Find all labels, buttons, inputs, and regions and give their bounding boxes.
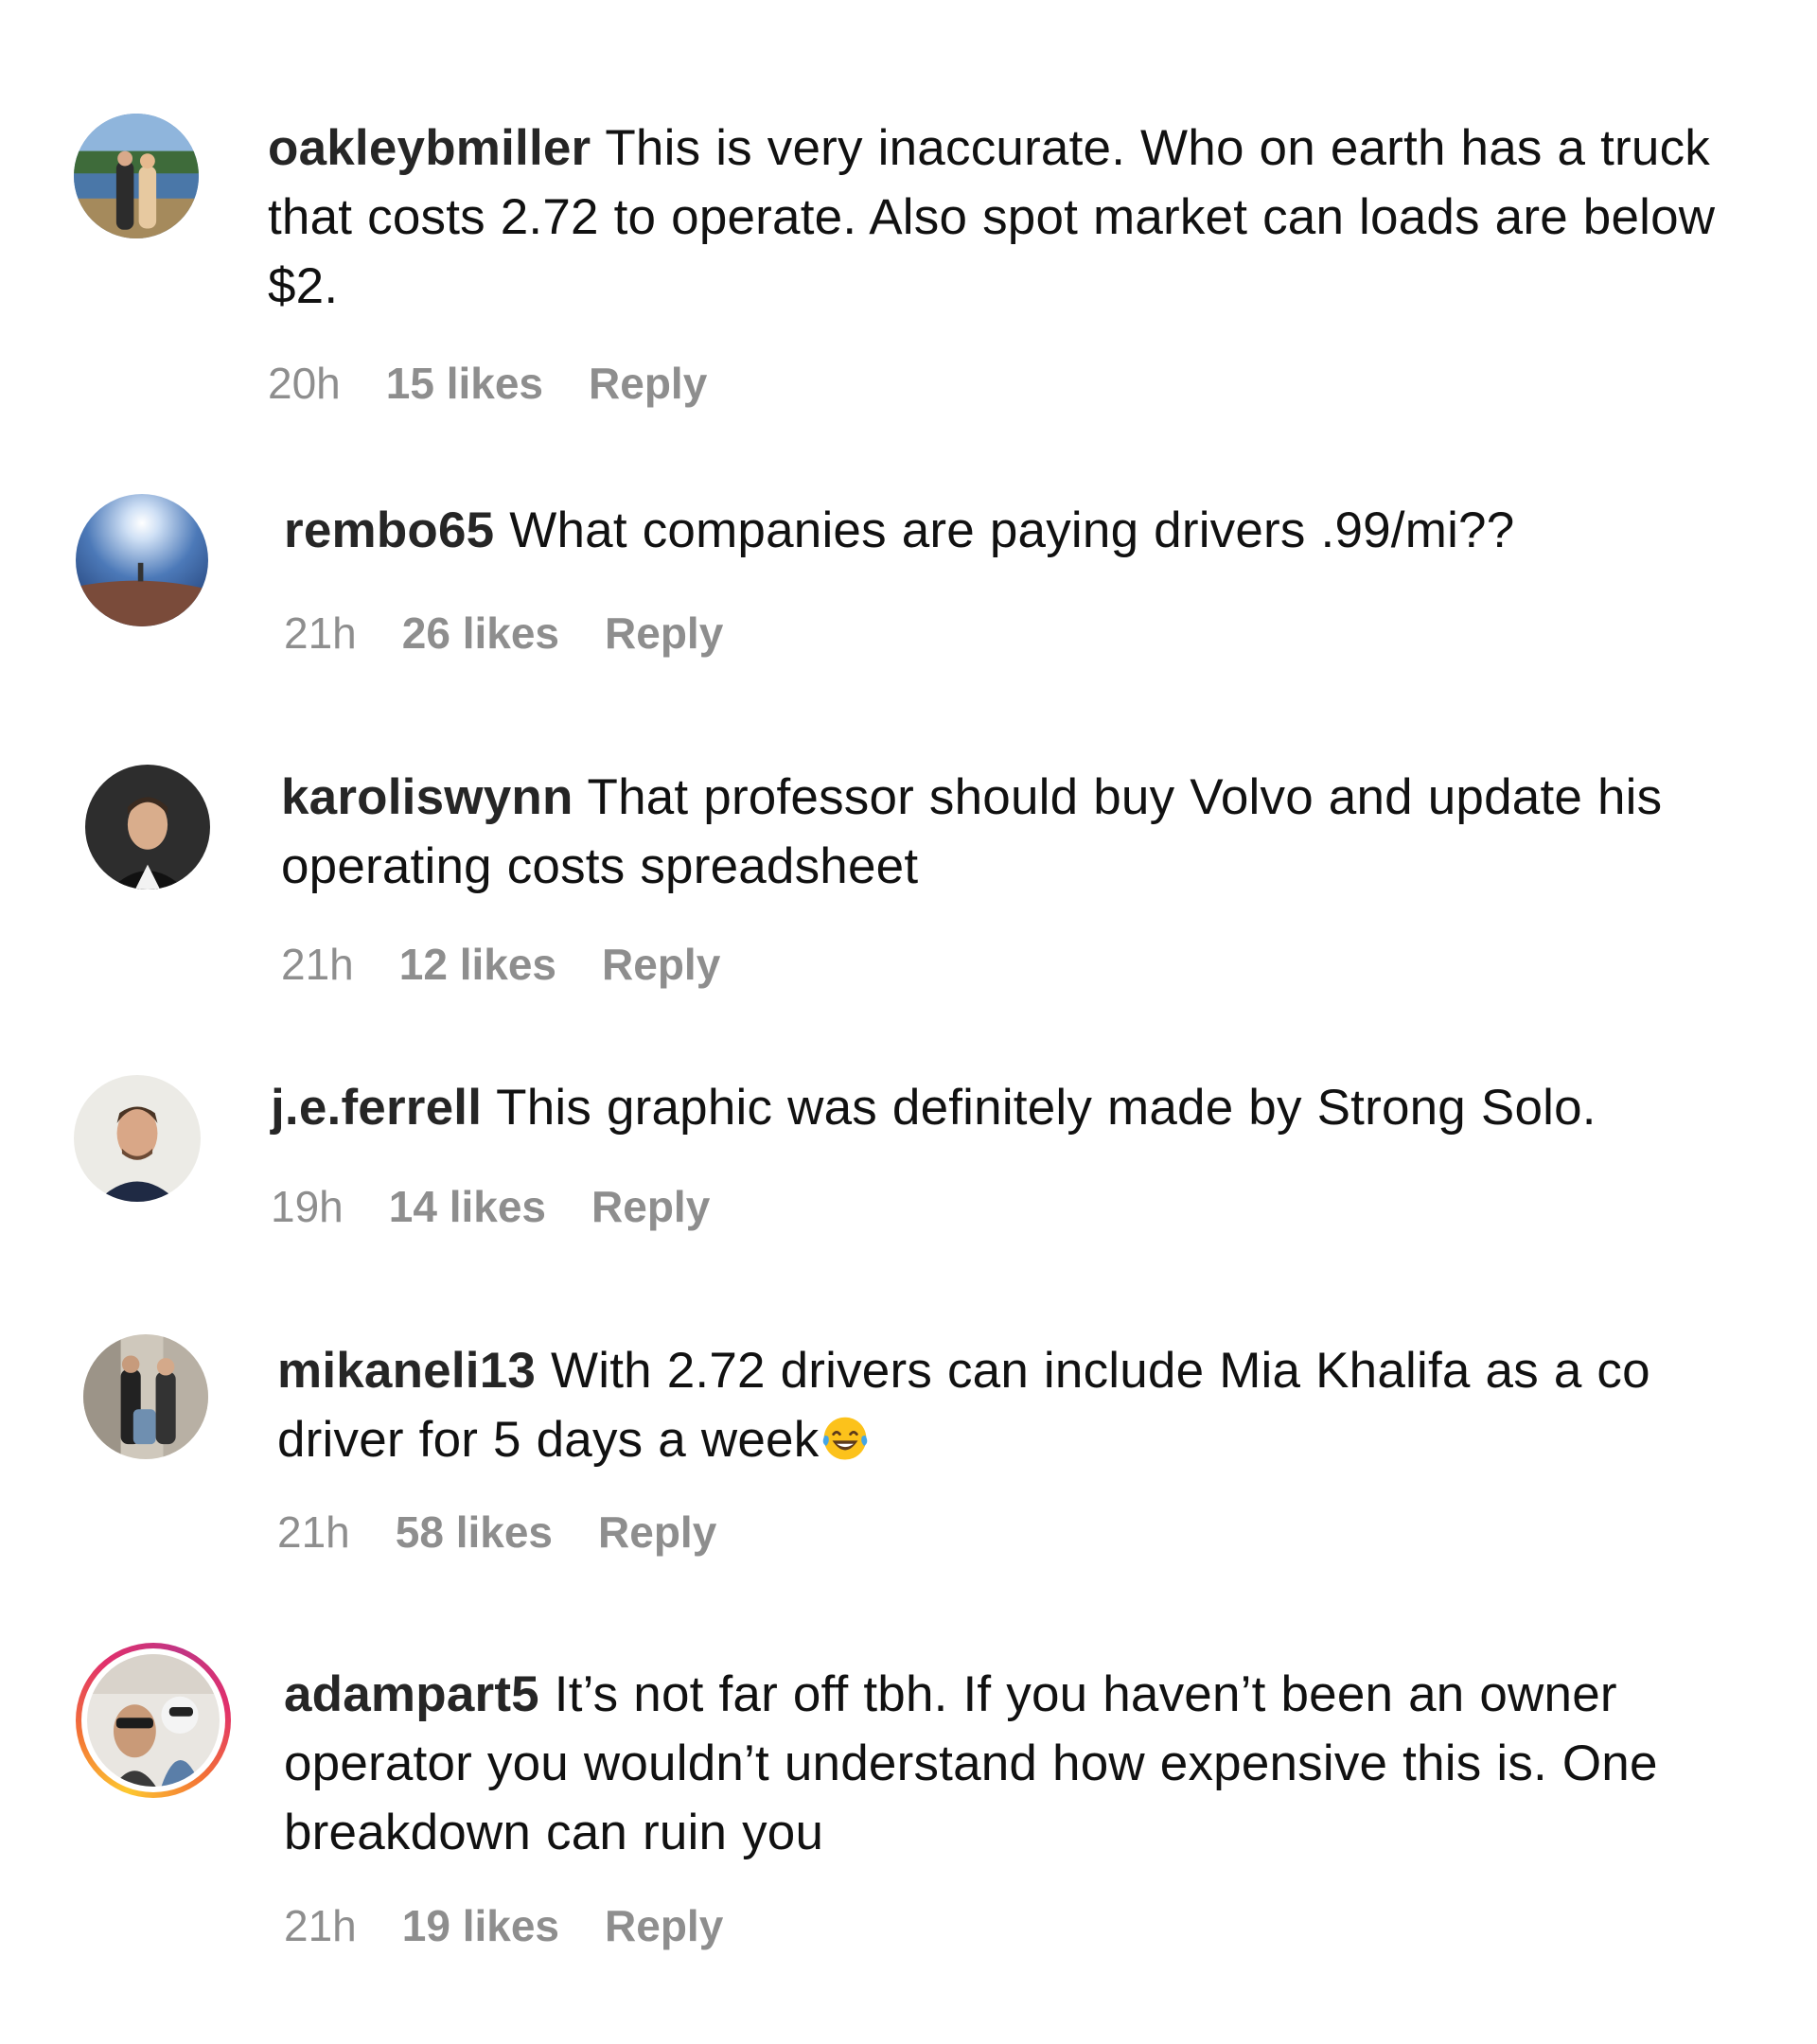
comment-body: rembo65 What companies are paying driver…	[284, 496, 1798, 565]
comment-meta: 21h 26 likes Reply	[284, 608, 768, 659]
comment-body: j.e.ferrell This graphic was definitely …	[271, 1073, 1785, 1142]
comment-time[interactable]: 19h	[271, 1182, 344, 1231]
comment-username[interactable]: adampart5	[284, 1666, 539, 1722]
comment-likes[interactable]: 15 likes	[386, 359, 543, 408]
story-ring-avatar[interactable]	[76, 1643, 231, 1798]
comment-likes[interactable]: 14 likes	[389, 1182, 546, 1231]
comment-likes[interactable]: 58 likes	[396, 1507, 553, 1557]
comment-likes[interactable]: 26 likes	[402, 608, 559, 658]
avatar	[87, 1654, 220, 1787]
comment-username[interactable]: j.e.ferrell	[271, 1080, 482, 1136]
comment-body: oakleybmiller This is very inaccurate. W…	[268, 114, 1782, 321]
comment-time[interactable]: 20h	[268, 359, 341, 408]
comment-meta: 21h 12 likes Reply	[281, 939, 766, 990]
comment-time[interactable]: 21h	[277, 1507, 350, 1557]
comment-meta: 19h 14 likes Reply	[271, 1181, 755, 1232]
reply-button[interactable]: Reply	[598, 1507, 716, 1557]
avatar[interactable]	[76, 494, 208, 626]
comment-username[interactable]: oakleybmiller	[268, 120, 591, 176]
reply-button[interactable]: Reply	[605, 608, 723, 658]
avatar[interactable]	[74, 114, 199, 238]
comment-username[interactable]: karoliswynn	[281, 769, 573, 825]
comment-text: This graphic was definitely made by Stro…	[496, 1080, 1596, 1136]
reply-button[interactable]: Reply	[589, 359, 707, 408]
comment-meta: 21h 19 likes Reply	[284, 1900, 768, 1951]
comment-likes[interactable]: 19 likes	[402, 1901, 559, 1950]
reply-button[interactable]: Reply	[605, 1901, 723, 1950]
comment-likes[interactable]: 12 likes	[399, 940, 556, 989]
comment-text: What companies are paying drivers .99/mi…	[509, 502, 1515, 558]
reply-button[interactable]: Reply	[591, 1182, 710, 1231]
comment-time[interactable]: 21h	[281, 940, 354, 989]
face-with-tears-of-joy-icon	[819, 1411, 872, 1464]
reply-button[interactable]: Reply	[602, 940, 720, 989]
comment-username[interactable]: mikaneli13	[277, 1343, 536, 1399]
avatar[interactable]	[85, 765, 210, 890]
comment-time[interactable]: 21h	[284, 1901, 357, 1950]
comment-username[interactable]: rembo65	[284, 502, 494, 558]
comment-body: karoliswynn That professor should buy Vo…	[281, 763, 1795, 901]
comment-body: mikaneli13 With 2.72 drivers can include…	[277, 1336, 1791, 1474]
comment-meta: 21h 58 likes Reply	[277, 1507, 762, 1558]
avatar[interactable]	[74, 1075, 201, 1202]
comment-body: adampart5 It’s not far off tbh. If you h…	[284, 1660, 1798, 1867]
avatar[interactable]	[83, 1334, 208, 1459]
comment-time[interactable]: 21h	[284, 608, 357, 658]
comment-meta: 20h 15 likes Reply	[268, 358, 752, 409]
